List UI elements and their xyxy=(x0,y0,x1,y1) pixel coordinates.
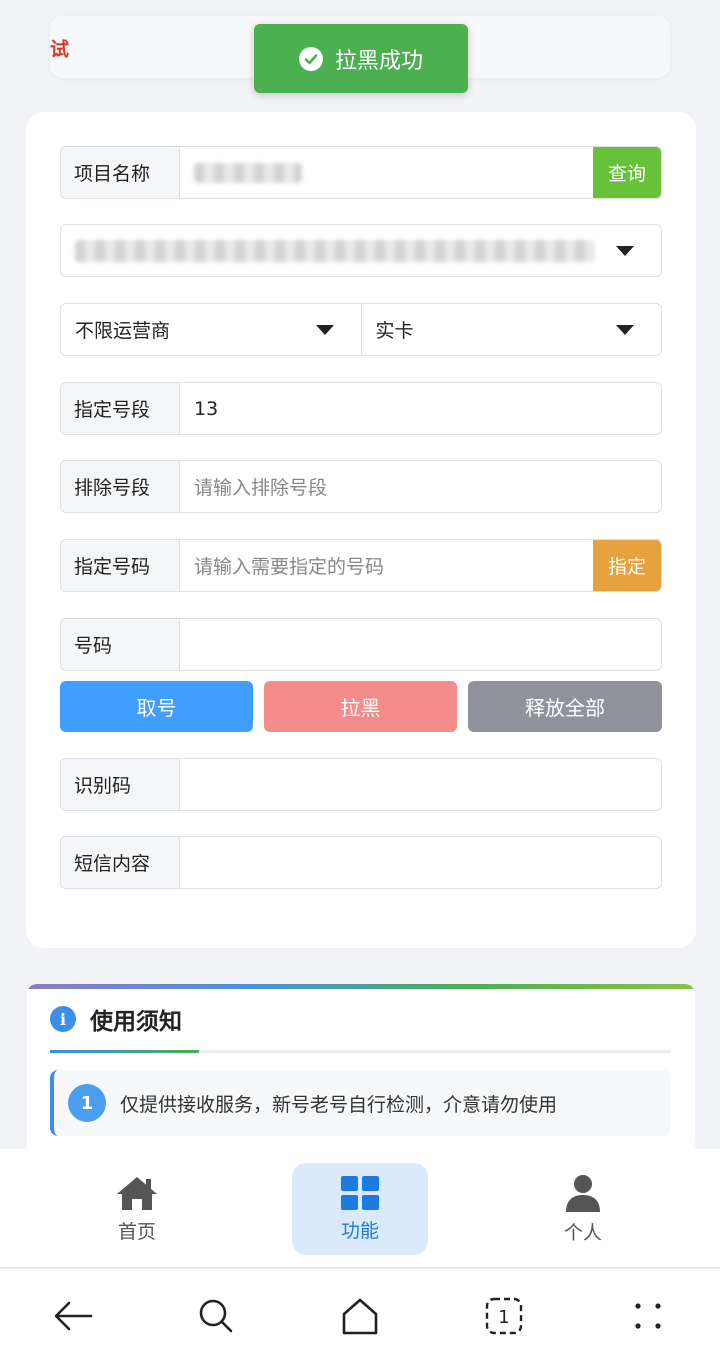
sms-row: 短信内容 xyxy=(60,836,662,889)
specify-row: 指定号码 请输入需要指定的号码 指定 xyxy=(60,539,662,592)
grid-icon xyxy=(341,1175,379,1210)
exclude-row: 排除号段 请输入排除号段 xyxy=(60,460,662,513)
specify-button[interactable]: 指定 xyxy=(593,540,661,591)
operator-select-value: 不限运营商 xyxy=(75,320,171,342)
search-button[interactable] xyxy=(191,1291,241,1341)
number-label: 号码 xyxy=(61,619,180,670)
exclude-label: 排除号段 xyxy=(61,461,180,512)
project-name-input[interactable] xyxy=(180,147,593,198)
code-input[interactable] xyxy=(180,759,661,810)
info-icon: i xyxy=(50,1006,76,1032)
item-number-badge: 1 xyxy=(68,1084,106,1122)
search-icon xyxy=(199,1299,233,1333)
number-row: 号码 xyxy=(60,618,662,671)
tab-profile-label: 个人 xyxy=(563,1221,602,1244)
chevron-down-icon xyxy=(315,324,334,335)
blacklist-button[interactable]: 拉黑 xyxy=(264,681,457,732)
gradient-top-bar xyxy=(27,984,695,989)
menu-button[interactable] xyxy=(623,1291,673,1341)
segment-row: 指定号段 13 xyxy=(60,382,662,435)
list-item: 1 仅提供接收服务，新号老号自行检测，介意请勿使用 xyxy=(50,1070,671,1136)
tab-home-label: 首页 xyxy=(117,1220,156,1243)
exclude-input[interactable]: 请输入排除号段 xyxy=(180,461,661,512)
specify-input[interactable]: 请输入需要指定的号码 xyxy=(180,540,593,591)
redacted-project-select xyxy=(75,239,595,262)
project-name-row: 项目名称 查询 xyxy=(60,146,662,199)
redacted-project-name xyxy=(194,162,302,183)
query-button[interactable]: 查询 xyxy=(593,147,661,198)
svg-text:1: 1 xyxy=(498,1307,509,1328)
tab-features-label: 功能 xyxy=(340,1219,379,1242)
house-outline-icon xyxy=(342,1298,378,1335)
specify-label: 指定号码 xyxy=(61,540,180,591)
tabs-button[interactable]: 1 xyxy=(479,1291,529,1341)
main-form-card: 项目名称 查询 不限运营商 实卡 指定号段 13 排除号段 请输入排除号段 指定… xyxy=(26,112,696,948)
chevron-down-icon xyxy=(616,245,634,256)
release-all-button[interactable]: 释放全部 xyxy=(468,681,662,732)
card-type-select[interactable]: 实卡 xyxy=(360,304,662,355)
home-button[interactable] xyxy=(335,1291,385,1341)
chevron-down-icon xyxy=(616,324,634,335)
card-type-select-value: 实卡 xyxy=(375,320,414,342)
user-icon xyxy=(566,1174,600,1212)
number-input[interactable] xyxy=(180,619,661,670)
success-toast: 拉黑成功 xyxy=(254,24,468,93)
operator-select[interactable]: 不限运营商 xyxy=(61,304,361,355)
tab-features[interactable]: 功能 xyxy=(292,1163,428,1255)
home-icon xyxy=(117,1176,157,1210)
project-select-row[interactable] xyxy=(60,224,662,277)
segment-label: 指定号段 xyxy=(61,383,180,434)
tab-profile[interactable]: 个人 xyxy=(515,1163,651,1255)
sms-label: 短信内容 xyxy=(61,837,180,888)
top-notice-text: 试 xyxy=(50,38,70,61)
title-underline xyxy=(50,1050,671,1053)
system-nav-bar: 1 xyxy=(0,1269,720,1363)
segment-input[interactable]: 13 xyxy=(180,383,661,434)
back-button[interactable] xyxy=(48,1291,98,1341)
code-row: 识别码 xyxy=(60,758,662,811)
bottom-tab-bar: 首页 功能 个人 xyxy=(0,1149,720,1268)
check-circle-icon xyxy=(298,46,323,71)
dots-menu-icon xyxy=(635,1303,661,1329)
tab-home[interactable]: 首页 xyxy=(69,1163,205,1255)
filter-select-row: 不限运营商 实卡 xyxy=(60,303,662,356)
item-text: 仅提供接收服务，新号老号自行检测，介意请勿使用 xyxy=(120,1093,558,1116)
sms-input[interactable] xyxy=(180,837,661,888)
project-name-label: 项目名称 xyxy=(61,147,180,198)
project-select[interactable] xyxy=(61,225,661,276)
tabs-count-icon: 1 xyxy=(485,1297,523,1335)
usage-notice-title: i 使用须知 xyxy=(50,1002,182,1036)
get-number-button[interactable]: 取号 xyxy=(60,681,253,732)
usage-notice-title-text: 使用须知 xyxy=(90,1009,182,1035)
toast-text: 拉黑成功 xyxy=(334,48,423,74)
back-arrow-icon xyxy=(54,1301,93,1331)
code-label: 识别码 xyxy=(61,759,180,810)
